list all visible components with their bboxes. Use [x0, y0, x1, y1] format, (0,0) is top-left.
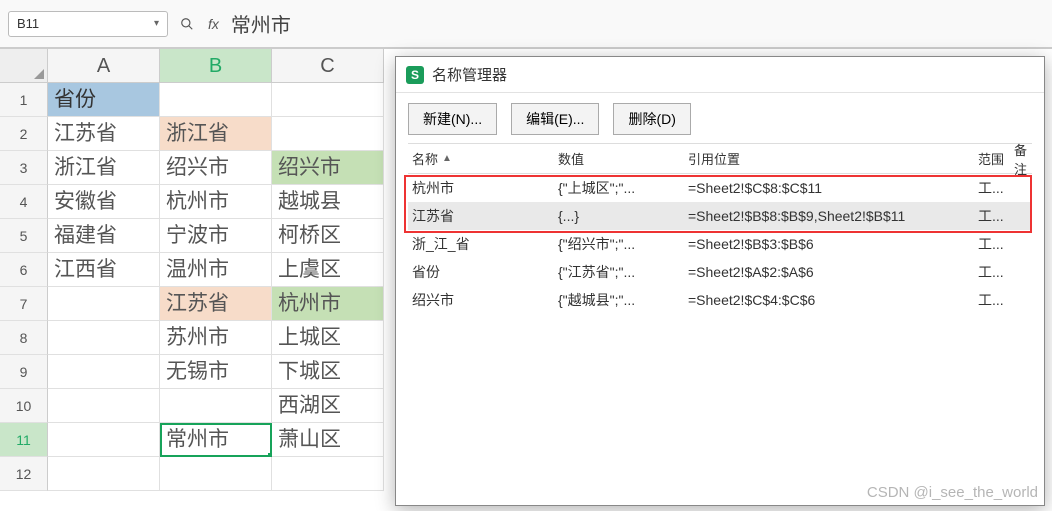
fx-label: fx [208, 16, 219, 32]
cell-B6[interactable]: 温州市 [160, 253, 272, 287]
cell-A7[interactable] [48, 287, 160, 321]
cell-B1[interactable] [160, 83, 272, 117]
row-header[interactable]: 5 [0, 219, 48, 253]
cell-B5[interactable]: 宁波市 [160, 219, 272, 253]
row-header[interactable]: 8 [0, 321, 48, 355]
cell-C7[interactable]: 杭州市 [272, 287, 384, 321]
cell-C12[interactable] [272, 457, 384, 491]
list-item[interactable]: 杭州市{"上城区";"...=Sheet2!$C$8:$C$11工... [408, 174, 1032, 202]
column-header-A[interactable]: A [48, 49, 160, 83]
dialog-title: 名称管理器 [432, 64, 507, 85]
search-icon[interactable] [174, 11, 200, 37]
chevron-down-icon: ▾ [154, 18, 159, 29]
col-scope-header: 范围 [978, 149, 1014, 168]
cell-B7[interactable]: 江苏省 [160, 287, 272, 321]
edit-button[interactable]: 编辑(E)... [511, 103, 599, 135]
formula-input[interactable] [227, 8, 1044, 40]
cell-B9[interactable]: 无锡市 [160, 355, 272, 389]
row-header[interactable]: 7 [0, 287, 48, 321]
cell-B10[interactable] [160, 389, 272, 423]
name-box[interactable]: B11 ▾ [8, 11, 168, 37]
cell-C5[interactable]: 柯桥区 [272, 219, 384, 253]
cell-C4[interactable]: 越城县 [272, 185, 384, 219]
row-header[interactable]: 11 [0, 423, 48, 457]
dialog-titlebar[interactable]: S 名称管理器 [396, 57, 1044, 93]
cell-A11[interactable] [48, 423, 160, 457]
cell-B11[interactable]: 常州市 [160, 423, 272, 457]
cell-C3[interactable]: 绍兴市 [272, 151, 384, 185]
cell-A9[interactable] [48, 355, 160, 389]
list-item[interactable]: 省份{"江苏省";"...=Sheet2!$A$2:$A$6工... [408, 258, 1032, 286]
cell-C11[interactable]: 萧山区 [272, 423, 384, 457]
row-header[interactable]: 6 [0, 253, 48, 287]
cell-B12[interactable] [160, 457, 272, 491]
cell-C6[interactable]: 上虞区 [272, 253, 384, 287]
cell-A3[interactable]: 浙江省 [48, 151, 160, 185]
list-item[interactable]: 绍兴市{"越城县";"...=Sheet2!$C$4:$C$6工... [408, 286, 1032, 314]
cell-A2[interactable]: 江苏省 [48, 117, 160, 151]
cell-A10[interactable] [48, 389, 160, 423]
row-header-column: 123456789101112 [0, 49, 48, 491]
app-logo-icon: S [406, 66, 424, 84]
cell-B3[interactable]: 绍兴市 [160, 151, 272, 185]
name-box-value: B11 [17, 16, 39, 31]
row-header[interactable]: 10 [0, 389, 48, 423]
list-item[interactable]: 浙_江_省{"绍兴市";"...=Sheet2!$B$3:$B$6工... [408, 230, 1032, 258]
col-value-header: 数值 [558, 149, 688, 168]
row-header[interactable]: 9 [0, 355, 48, 389]
cell-C9[interactable]: 下城区 [272, 355, 384, 389]
row-header[interactable]: 12 [0, 457, 48, 491]
cell-A5[interactable]: 福建省 [48, 219, 160, 253]
row-header[interactable]: 1 [0, 83, 48, 117]
cell-A12[interactable] [48, 457, 160, 491]
new-button[interactable]: 新建(N)... [408, 103, 497, 135]
formula-bar: B11 ▾ fx [0, 0, 1052, 48]
cell-B8[interactable]: 苏州市 [160, 321, 272, 355]
column-header-B[interactable]: B [160, 49, 272, 83]
delete-button[interactable]: 删除(D) [613, 103, 690, 135]
select-all-corner[interactable] [0, 49, 48, 83]
row-header[interactable]: 4 [0, 185, 48, 219]
cell-C10[interactable]: 西湖区 [272, 389, 384, 423]
cell-A1[interactable]: 省份 [48, 83, 160, 117]
dialog-toolbar: 新建(N)... 编辑(E)... 删除(D) [396, 93, 1044, 143]
col-note-header: 备注 [1014, 140, 1032, 178]
cell-C8[interactable]: 上城区 [272, 321, 384, 355]
column-header-C[interactable]: C [272, 49, 384, 83]
cell-B2[interactable]: 浙江省 [160, 117, 272, 151]
cell-A6[interactable]: 江西省 [48, 253, 160, 287]
list-header[interactable]: 名称 ▲ 数值 引用位置 范围 备注 [408, 144, 1032, 174]
names-list: 名称 ▲ 数值 引用位置 范围 备注 杭州市{"上城区";"...=Sheet2… [408, 143, 1032, 314]
col-ref-header: 引用位置 [688, 149, 978, 168]
row-header[interactable]: 3 [0, 151, 48, 185]
cell-C2[interactable] [272, 117, 384, 151]
sort-asc-icon: ▲ [442, 153, 452, 164]
row-header[interactable]: 2 [0, 117, 48, 151]
list-item[interactable]: 江苏省{...}=Sheet2!$B$8:$B$9,Sheet2!$B$11工.… [408, 202, 1032, 230]
name-manager-dialog: S 名称管理器 新建(N)... 编辑(E)... 删除(D) 名称 ▲ 数值 … [395, 56, 1045, 506]
cell-C1[interactable] [272, 83, 384, 117]
cell-B4[interactable]: 杭州市 [160, 185, 272, 219]
cell-A4[interactable]: 安徽省 [48, 185, 160, 219]
cell-A8[interactable] [48, 321, 160, 355]
col-name-header: 名称 [412, 149, 438, 168]
